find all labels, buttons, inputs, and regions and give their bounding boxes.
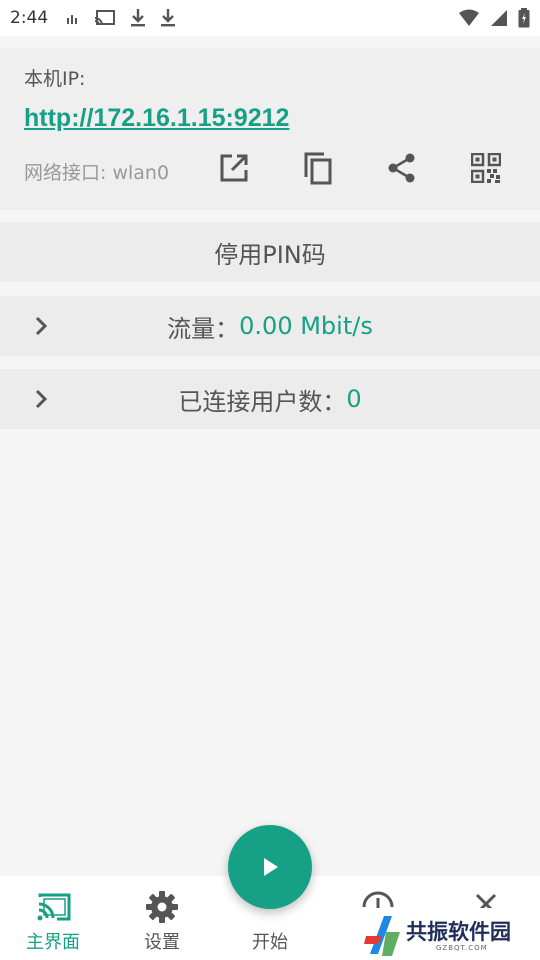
traffic-row[interactable]: 流量： 0.00 Mbit/s <box>0 296 540 356</box>
disable-pin-button[interactable]: 停用PIN码 <box>0 222 540 282</box>
open-external-icon <box>220 154 248 182</box>
cell-signal-icon <box>491 10 507 26</box>
open-in-browser-button[interactable] <box>214 148 254 188</box>
nav-item-settings[interactable]: 设置 <box>117 876 207 960</box>
close-icon[interactable] <box>474 892 498 908</box>
share-icon <box>388 153 415 183</box>
watermark-logo-icon <box>364 916 400 956</box>
watermark-subtext: GZBQT.COM <box>436 944 488 952</box>
ip-url-link[interactable]: http://172.16.1.15:9212 <box>24 104 289 133</box>
start-fab-button[interactable] <box>228 825 312 909</box>
ip-card: 本机IP: http://172.16.1.15:9212 网络接口: wlan… <box>0 48 540 210</box>
gear-icon <box>146 891 178 923</box>
copy-icon <box>304 152 332 185</box>
traffic-value: 0.00 Mbit/s <box>239 312 373 340</box>
qr-code-button[interactable] <box>466 148 506 188</box>
chevron-right-icon <box>35 316 48 336</box>
copy-button[interactable] <box>298 148 338 188</box>
disable-pin-label: 停用PIN码 <box>214 240 326 269</box>
share-button[interactable] <box>382 148 422 188</box>
connected-users-value: 0 <box>346 385 362 413</box>
qr-code-icon <box>471 153 501 183</box>
info-icon[interactable] <box>361 890 395 910</box>
traffic-label: 流量： <box>167 314 240 343</box>
download-icon <box>131 9 146 27</box>
chevron-right-icon <box>35 389 48 409</box>
nav-label-main: 主界面 <box>26 932 80 953</box>
connected-users-label: 已连接用户数： <box>178 387 347 416</box>
watermark: 共振软件园 GZBQT.COM <box>360 910 540 960</box>
nav-label-start: 开始 <box>252 932 288 953</box>
ip-label: 本机IP: <box>24 68 86 90</box>
play-icon <box>264 858 278 876</box>
status-time: 2:44 <box>10 8 49 28</box>
nav-label-settings: 设置 <box>144 932 180 953</box>
wifi-icon <box>459 9 479 26</box>
status-bar: 2:44 <box>0 0 540 36</box>
signal-bars-icon <box>67 15 78 24</box>
nav-item-main[interactable]: 主界面 <box>8 876 98 960</box>
cast-icon <box>37 893 71 921</box>
watermark-text: 共振软件园 <box>406 920 511 944</box>
connected-users-row[interactable]: 已连接用户数： 0 <box>0 369 540 429</box>
download-icon-2 <box>161 9 176 27</box>
cast-status-icon <box>94 10 116 26</box>
battery-icon <box>518 8 530 28</box>
